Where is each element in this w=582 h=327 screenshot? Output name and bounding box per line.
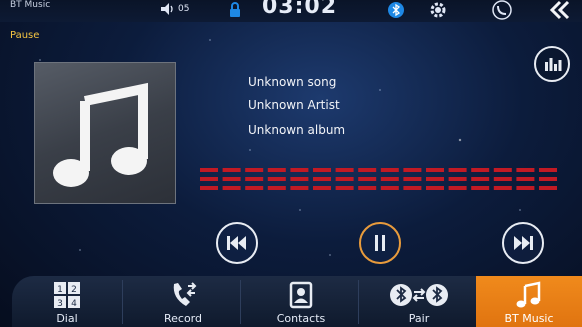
bluetooth-status [388, 2, 404, 18]
spectrum-segment [493, 177, 512, 181]
svg-text:3: 3 [57, 299, 63, 309]
previous-track-icon [227, 236, 246, 250]
spectrum-segment [222, 186, 241, 190]
dock-separator [122, 280, 123, 324]
spectrum-segment [403, 177, 422, 181]
spectrum-segment [539, 168, 557, 172]
music-note-icon [53, 82, 148, 187]
spectrum-segment [267, 186, 286, 190]
spectrum-segment [380, 168, 399, 172]
spectrum-segment [426, 186, 444, 190]
spectrum-segment [426, 168, 444, 172]
clock: 03:02 [262, 0, 338, 19]
spectrum-segment [539, 186, 557, 190]
record-icon [173, 282, 197, 306]
dock-label-bt-music: BT Music [504, 312, 554, 325]
spectrum-segment [313, 177, 331, 181]
svg-text:1: 1 [57, 285, 63, 295]
artist-name: Unknown Artist [248, 98, 340, 112]
gear-icon[interactable] [428, 0, 448, 20]
spectrum-segment [516, 168, 535, 172]
spectrum-segment [335, 168, 354, 172]
spectrum-segment [380, 177, 399, 181]
equalizer-icon [545, 58, 562, 71]
spectrum-segment [222, 168, 241, 172]
spectrum-segment [267, 168, 286, 172]
next-track-button[interactable] [502, 222, 544, 264]
spectrum-segment [358, 168, 377, 172]
dock-item-contacts[interactable]: Contacts [246, 276, 356, 327]
playback-state: Pause [10, 30, 40, 41]
contacts-icon [289, 281, 313, 309]
volume-icon [161, 3, 173, 15]
pair-icon [390, 284, 448, 306]
spectrum-segment [516, 186, 535, 190]
spectrum-segment [313, 186, 331, 190]
spectrum-segment [426, 177, 444, 181]
dock-item-dial[interactable]: 1 2 3 4 Dial [12, 276, 122, 327]
spectrum-segment [290, 168, 309, 172]
album-name: Unknown album [248, 123, 346, 137]
spectrum-segment [200, 186, 218, 190]
equalizer-button[interactable] [534, 46, 570, 82]
spectrum-segment [267, 177, 286, 181]
volume-level: 05 [178, 4, 190, 14]
spectrum-segment [403, 186, 422, 190]
spectrum-segment [471, 177, 490, 181]
dock-item-record[interactable]: Record [128, 276, 238, 327]
status-bar: BT Music 05 03:02 [0, 0, 582, 22]
song-title: Unknown song [248, 75, 337, 89]
pause-button[interactable] [359, 222, 401, 264]
spectrum-segment [290, 186, 309, 190]
dock-label-dial: Dial [56, 312, 78, 325]
dock-separator [240, 280, 241, 324]
app-title: BT Music [10, 0, 51, 10]
dock-item-bt-music[interactable]: BT Music [476, 276, 582, 327]
svg-text:2: 2 [71, 285, 77, 295]
spectrum-segment [200, 177, 218, 181]
spectrum-segment [245, 168, 264, 172]
spectrum-segment [335, 177, 354, 181]
spectrum-segment [471, 168, 490, 172]
lock-icon [230, 2, 240, 17]
spectrum-segment [539, 177, 557, 181]
dock-label-pair: Pair [408, 312, 430, 325]
spectrum-segment [471, 186, 490, 190]
spectrum-segment [516, 177, 535, 181]
dial-icon: 1 2 3 4 [54, 282, 80, 309]
spectrum-segment [358, 186, 377, 190]
spectrum-segment [222, 177, 241, 181]
spectrum-segment [448, 186, 467, 190]
spectrum-segment [313, 168, 331, 172]
spectrum-segment [448, 177, 467, 181]
next-track-icon [514, 236, 533, 250]
svg-text:4: 4 [71, 299, 77, 309]
spectrum-segment [493, 168, 512, 172]
spectrum-segment [335, 186, 354, 190]
spectrum-segment [448, 168, 467, 172]
volume-indicator[interactable]: 05 [160, 2, 189, 16]
phone-icon[interactable] [490, 0, 514, 20]
spectrum-segment [403, 168, 422, 172]
dock-item-pair[interactable]: Pair [364, 276, 474, 327]
spectrum-segment [358, 177, 377, 181]
pause-icon [375, 235, 385, 251]
back-icon[interactable] [544, 0, 572, 20]
spectrum-visualizer [200, 168, 557, 190]
spectrum-segment [493, 186, 512, 190]
dock-label-contacts: Contacts [276, 312, 326, 325]
spectrum-segment [245, 177, 264, 181]
spectrum-segment [380, 186, 399, 190]
spectrum-segment [290, 177, 309, 181]
bluetooth-icon [392, 3, 401, 17]
spectrum-segment [200, 168, 218, 172]
spectrum-segment [245, 186, 264, 190]
album-art [34, 62, 176, 204]
bt-music-icon [516, 281, 541, 308]
dock-label-record: Record [163, 312, 202, 325]
dock-separator [358, 280, 359, 324]
previous-track-button[interactable] [216, 222, 258, 264]
